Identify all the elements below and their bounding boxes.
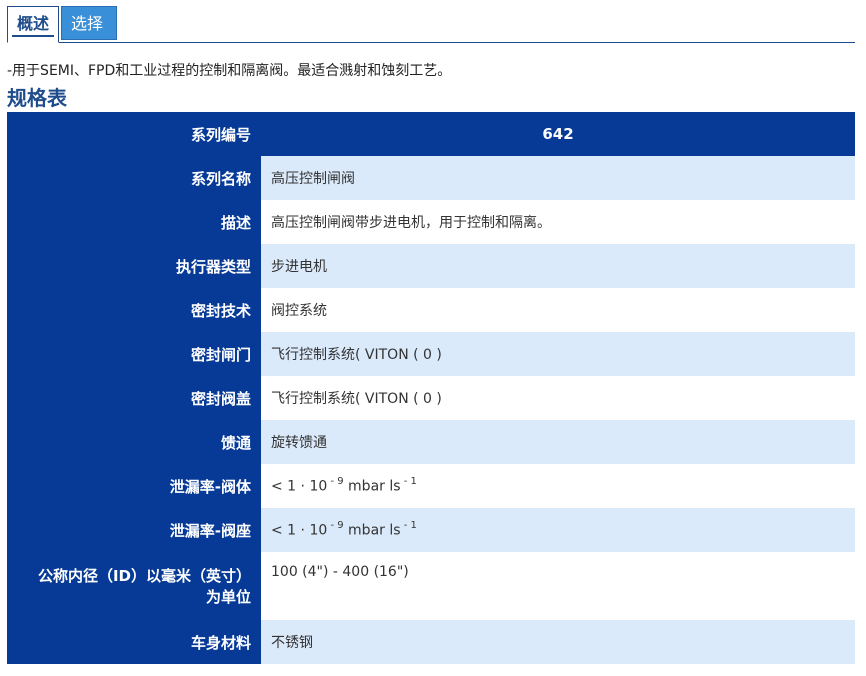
table-row: 描述 高压控制闸阀带步进电机，用于控制和隔离。 [7, 200, 855, 244]
tab-overview-label: 概述 [17, 14, 50, 33]
tab-select-label: 选择 [71, 14, 104, 33]
leak-exponent-1: - 9 [327, 476, 344, 488]
row-value: 100 (4") - 400 (16") [261, 552, 855, 620]
row-value: 旋转馈通 [261, 420, 855, 464]
leak-unit: mbar ls [343, 478, 401, 495]
row-label: 密封技术 [7, 288, 261, 332]
row-label: 馈通 [7, 420, 261, 464]
tab-bar: 概述 选择 [7, 6, 855, 43]
row-label: 泄漏率-阀体 [7, 464, 261, 508]
row-value: 飞行控制系统( VITON ( 0 ) [261, 376, 855, 420]
row-value: 阀控系统 [261, 288, 855, 332]
table-row: 执行器类型 步进电机 [7, 244, 855, 288]
row-label: 描述 [7, 200, 261, 244]
table-row: 密封闸门 飞行控制系统( VITON ( 0 ) [7, 332, 855, 376]
table-row: 密封技术 阀控系统 [7, 288, 855, 332]
row-label: 公称内径（ID）以毫米（英寸） 为单位 [7, 552, 261, 620]
row-value: 高压控制闸阀 [261, 156, 855, 200]
row-value: < 1 · 10 - 9 mbar ls - 1 [261, 508, 855, 552]
intro-text: -用于SEMI、FPD和工业过程的控制和隔离阀。最适合溅射和蚀刻工艺。 [7, 63, 452, 79]
row-value: 飞行控制系统( VITON ( 0 ) [261, 332, 855, 376]
table-row: 系列名称 高压控制闸阀 [7, 156, 855, 200]
table-row: 车身材料 不锈钢 [7, 620, 855, 664]
table-row: 密封阀盖 飞行控制系统( VITON ( 0 ) [7, 376, 855, 420]
leak-prefix: < 1 · 10 [271, 478, 328, 495]
table-header-row: 系列编号 642 [7, 112, 855, 156]
row-label: 泄漏率-阀座 [7, 508, 261, 552]
row-value: 不锈钢 [261, 620, 855, 664]
leak-exponent-2: - 1 [400, 520, 417, 532]
row-value: < 1 · 10 - 9 mbar ls - 1 [261, 464, 855, 508]
active-tab-underline [12, 35, 54, 37]
row-label: 车身材料 [7, 620, 261, 664]
row-value: 步进电机 [261, 244, 855, 288]
table-row: 公称内径（ID）以毫米（英寸） 为单位 100 (4") - 400 (16") [7, 552, 855, 620]
header-value: 642 [261, 112, 855, 156]
header-label: 系列编号 [7, 112, 261, 156]
section-title: 规格表 [7, 86, 67, 110]
table-row: 馈通 旋转馈通 [7, 420, 855, 464]
row-label: 密封闸门 [7, 332, 261, 376]
row-label-line2: 为单位 [205, 588, 251, 606]
spec-table: 系列编号 642 系列名称 高压控制闸阀 描述 高压控制闸阀带步进电机，用于控制… [7, 112, 855, 664]
row-label: 系列名称 [7, 156, 261, 200]
tab-select[interactable]: 选择 [61, 6, 117, 40]
row-label: 执行器类型 [7, 244, 261, 288]
leak-unit: mbar ls [343, 522, 401, 539]
row-label-line1: 公称内径（ID）以毫米（英寸） [37, 567, 251, 585]
table-row: 泄漏率-阀体 < 1 · 10 - 9 mbar ls - 1 [7, 464, 855, 508]
leak-exponent-1: - 9 [327, 520, 344, 532]
leak-exponent-2: - 1 [400, 476, 417, 488]
tab-overview[interactable]: 概述 [7, 6, 59, 43]
row-label: 密封阀盖 [7, 376, 261, 420]
leak-prefix: < 1 · 10 [271, 522, 328, 539]
row-value: 高压控制闸阀带步进电机，用于控制和隔离。 [261, 200, 855, 244]
table-row: 泄漏率-阀座 < 1 · 10 - 9 mbar ls - 1 [7, 508, 855, 552]
